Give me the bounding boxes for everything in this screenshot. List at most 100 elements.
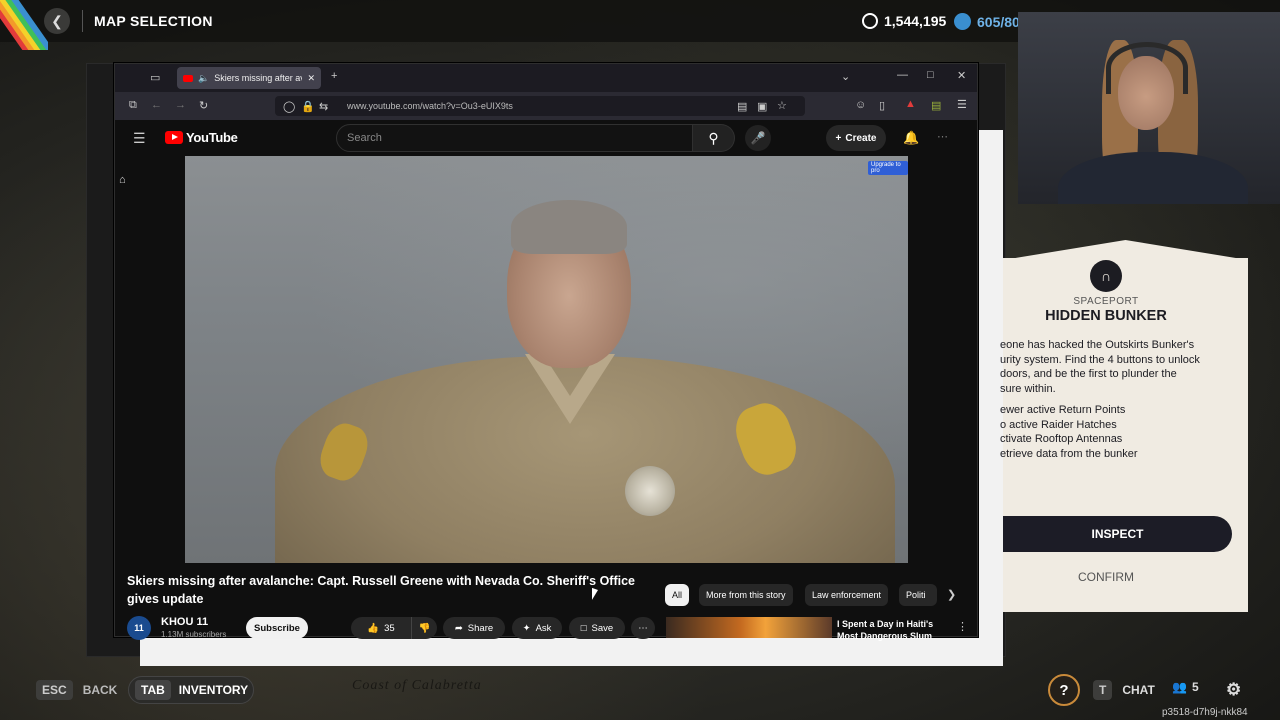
- mission-description: eone has hacked the Outskirts Bunker's u…: [1000, 339, 1200, 395]
- channel-name[interactable]: KHOU 11: [161, 616, 208, 628]
- video-title: Skiers missing after avalanche: Capt. Ru…: [127, 574, 636, 606]
- youtube-logo-text: YouTube: [186, 130, 238, 145]
- objective-item: o active Raider Hatches: [1000, 418, 1117, 431]
- subscribe-button[interactable]: Subscribe: [246, 617, 308, 639]
- thumbs-down-icon: 👎: [418, 622, 431, 634]
- address-bar[interactable]: ◯ 🔒 ⇆ www.youtube.com/watch?v=Ou3-eUIX9t…: [275, 96, 805, 116]
- save-button[interactable]: □ Save: [569, 617, 625, 639]
- sidebar-toggle-icon[interactable]: ⧉: [129, 99, 137, 112]
- rainbow-logo-icon: [0, 0, 48, 50]
- tab-close-icon[interactable]: ✕: [307, 73, 315, 84]
- webcam-body: [1058, 152, 1248, 204]
- objective-item: etrieve data from the bunker: [1000, 447, 1138, 460]
- menu-icon[interactable]: ☰: [957, 98, 967, 111]
- esc-keycap: ESC: [36, 680, 73, 700]
- settings-button[interactable]: ⚙: [1226, 680, 1241, 700]
- tab-list-icon[interactable]: ▭: [150, 71, 160, 84]
- inventory-button[interactable]: TAB INVENTORY: [128, 676, 254, 704]
- browser-nav-bar: ⧉ ← → ↻ ◯ 🔒 ⇆ www.youtube.com/watch?v=Ou…: [115, 92, 977, 120]
- help-button[interactable]: ?: [1048, 674, 1080, 706]
- plus-icon: +: [835, 132, 842, 144]
- permissions-icon: ⇆: [319, 101, 329, 113]
- tab-overflow-chevron-icon[interactable]: ⌄: [841, 70, 850, 83]
- chip-more-from-story[interactable]: More from this story: [699, 584, 793, 606]
- window-close-icon[interactable]: ✕: [957, 69, 966, 82]
- related-chips: All More from this story Law enforcement…: [665, 584, 965, 606]
- search-button[interactable]: ⚲: [693, 124, 735, 152]
- chip-all[interactable]: All: [665, 584, 690, 606]
- tab-title: Skiers missing after avalanche: [214, 73, 302, 83]
- party-button[interactable]: 👥 5: [1172, 680, 1199, 694]
- back-hotkey[interactable]: ESC BACK: [36, 680, 117, 700]
- ublock-icon[interactable]: ▲: [905, 98, 916, 110]
- objective-item: ewer active Return Points: [1000, 404, 1126, 416]
- session-id: p3518-d7h9j-nkk84: [1162, 707, 1248, 718]
- screenshot-icon[interactable]: ▣: [757, 100, 767, 113]
- browser-tab-active[interactable]: 🔈 Skiers missing after avalanche ✕: [177, 67, 321, 89]
- ask-button[interactable]: ✦ Ask: [512, 617, 562, 639]
- chat-label: CHAT: [1122, 683, 1155, 697]
- speaker-icon: 🔈: [198, 72, 210, 83]
- url-text: www.youtube.com/watch?v=Ou3-eUIX9ts: [347, 101, 513, 111]
- equalizer-icon[interactable]: ▤: [931, 99, 941, 112]
- chip-law-enforcement[interactable]: Law enforcement: [805, 584, 889, 606]
- notifications-bell-icon[interactable]: 🔔: [903, 130, 919, 146]
- party-icon: 👥: [1172, 680, 1187, 694]
- map-region-label: Coast of Calabretta: [352, 678, 482, 693]
- webcam-overlay: [1018, 12, 1280, 204]
- like-button[interactable]: 👍 35: [351, 617, 411, 639]
- video-frame-hair: [511, 200, 627, 254]
- video-player[interactable]: Upgrade to pro: [185, 156, 908, 563]
- search-input[interactable]: Search: [336, 124, 693, 152]
- account-avatar-icon[interactable]: ⋯: [937, 130, 948, 143]
- objective-item: ctivate Rooftop Antennas: [1000, 433, 1123, 445]
- video-overlay-tag[interactable]: Upgrade to pro: [868, 161, 908, 175]
- ask-label: Ask: [535, 622, 552, 634]
- youtube-logo[interactable]: YouTube: [165, 130, 238, 145]
- extensions-icon[interactable]: ▯: [879, 99, 885, 112]
- webcam-headset: [1106, 42, 1188, 94]
- recommended-menu-icon[interactable]: ⋮: [957, 620, 968, 633]
- currency-tokens: 605/80: [954, 13, 1020, 30]
- token-icon: [954, 13, 971, 30]
- account-icon[interactable]: ☺: [855, 99, 866, 111]
- save-label: Save: [591, 622, 614, 634]
- maximize-icon[interactable]: □: [927, 69, 934, 81]
- mission-title: HIDDEN BUNKER: [1045, 308, 1167, 324]
- hamburger-menu-icon[interactable]: ☰: [133, 130, 146, 147]
- chips-next-chevron-icon[interactable]: ❯: [947, 588, 956, 601]
- bookmark-star-icon[interactable]: ☆: [777, 99, 787, 112]
- voice-search-button[interactable]: 🎤: [745, 125, 771, 151]
- youtube-header: ☰ YouTube Search ⚲ 🎤 + Create 🔔 ⋯: [115, 120, 977, 156]
- share-button[interactable]: ➦ Share: [443, 617, 505, 639]
- chip-politics[interactable]: Politi: [899, 584, 937, 606]
- inspect-button[interactable]: INSPECT: [1003, 516, 1232, 552]
- more-actions-button[interactable]: ⋯: [631, 617, 655, 639]
- home-icon[interactable]: ⌂: [119, 174, 126, 186]
- top-back-button[interactable]: ❮: [44, 8, 70, 34]
- microphone-icon: 🎤: [750, 131, 766, 145]
- like-count: 35: [384, 622, 395, 634]
- t-keycap: T: [1093, 680, 1113, 700]
- reader-icon[interactable]: ▤: [737, 100, 747, 113]
- chat-hotkey[interactable]: T CHAT: [1093, 680, 1155, 700]
- mission-objectives: ewer active Return Points o active Raide…: [1000, 403, 1236, 461]
- minimize-icon[interactable]: —: [897, 69, 908, 81]
- confirm-button[interactable]: CONFIRM: [1003, 564, 1209, 588]
- reload-icon[interactable]: ↻: [199, 99, 208, 112]
- share-icon: ➦: [454, 622, 463, 634]
- page-title: MAP SELECTION: [94, 13, 213, 29]
- gear-icon: ⚙: [1226, 680, 1242, 699]
- recommended-thumbnail[interactable]: [666, 617, 832, 638]
- tokens-value: 605/80: [977, 13, 1020, 30]
- sparkle-icon: ✦: [522, 622, 531, 634]
- dislike-button[interactable]: 👎: [411, 617, 437, 639]
- nav-forward-icon[interactable]: →: [175, 99, 186, 111]
- browser-tab-bar: ▭ 🔈 Skiers missing after avalanche ✕ + ⌄…: [115, 64, 977, 92]
- recommended-title[interactable]: I Spent a Day in Haiti's Most Dangerous …: [837, 618, 947, 642]
- new-tab-icon[interactable]: +: [331, 70, 337, 82]
- more-horizontal-icon: ⋯: [638, 622, 648, 634]
- nav-back-icon[interactable]: ←: [151, 99, 162, 111]
- channel-avatar[interactable]: 11: [127, 616, 151, 640]
- create-button[interactable]: + Create: [826, 125, 886, 151]
